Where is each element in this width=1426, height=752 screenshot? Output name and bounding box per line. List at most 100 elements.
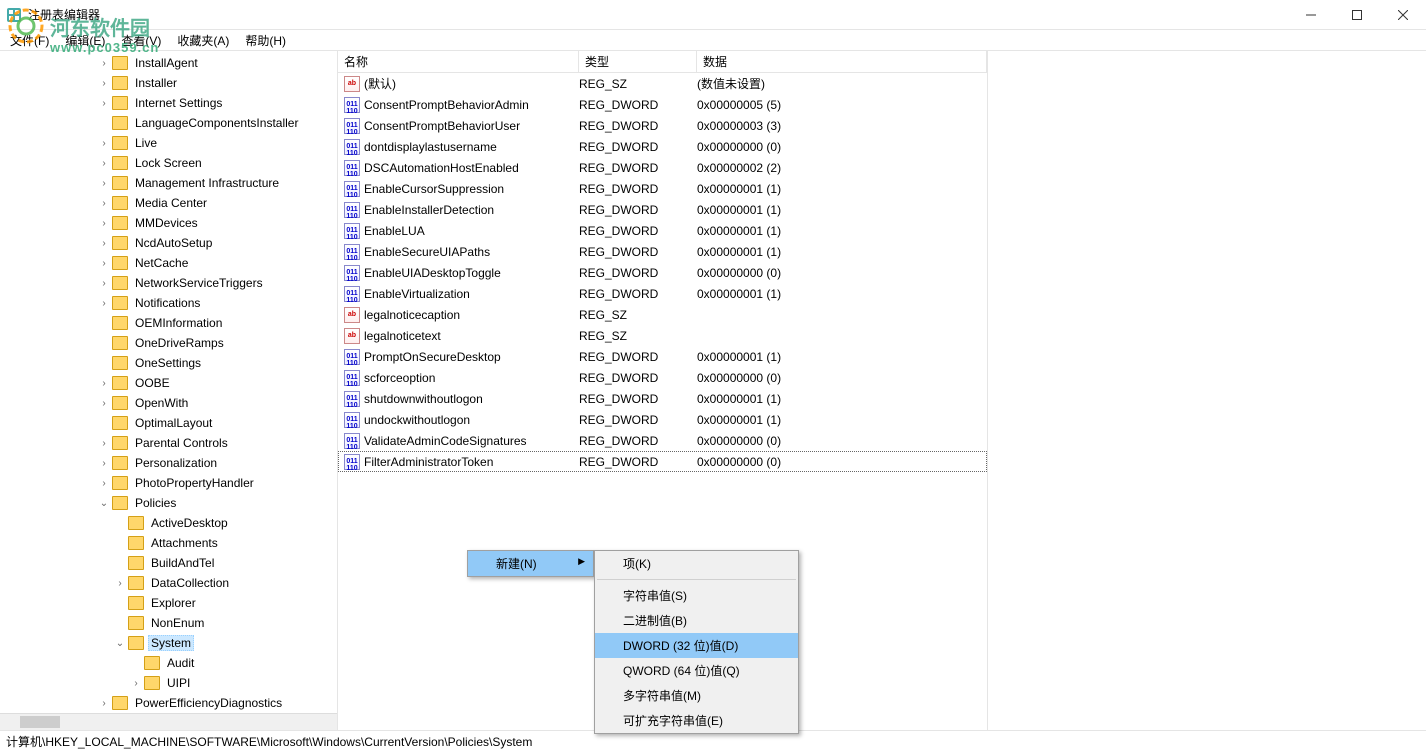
expand-icon[interactable]: › [96, 138, 112, 149]
tree-item[interactable]: ›InstallAgent [0, 53, 337, 73]
expand-icon[interactable]: › [96, 98, 112, 109]
value-name: EnableCursorSuppression [364, 182, 579, 196]
menu-file[interactable]: 文件(F) [4, 30, 55, 51]
tree-item[interactable]: ›NetCache [0, 253, 337, 273]
tree-item[interactable]: BuildAndTel [0, 553, 337, 573]
expand-icon[interactable]: › [96, 698, 112, 709]
tree-item[interactable]: ›MMDevices [0, 213, 337, 233]
tree-item[interactable]: ›NetworkServiceTriggers [0, 273, 337, 293]
expand-icon[interactable]: › [96, 378, 112, 389]
expand-icon[interactable]: › [96, 158, 112, 169]
tree-item[interactable]: Attachments [0, 533, 337, 553]
col-data[interactable]: 数据 [697, 51, 987, 72]
tree-pane[interactable]: ›InstallAgent›Installer›Internet Setting… [0, 51, 338, 730]
col-type[interactable]: 类型 [579, 51, 697, 72]
expand-icon[interactable]: › [96, 278, 112, 289]
value-type: REG_DWORD [579, 392, 697, 406]
tree-item[interactable]: OEMInformation [0, 313, 337, 333]
menu-favorites[interactable]: 收藏夹(A) [171, 30, 235, 51]
tree-item[interactable]: ›PowerEfficiencyDiagnostics [0, 693, 337, 713]
registry-value-row[interactable]: 011110ValidateAdminCodeSignaturesREG_DWO… [338, 430, 987, 451]
ctx-submenu-item[interactable]: 可扩充字符串值(E) [595, 708, 798, 733]
registry-value-row[interactable]: 011110scforceoptionREG_DWORD0x00000000 (… [338, 367, 987, 388]
tree-item[interactable]: ›Live [0, 133, 337, 153]
expand-icon[interactable]: › [128, 678, 144, 689]
expand-icon[interactable]: › [96, 258, 112, 269]
tree-item[interactable]: ›Parental Controls [0, 433, 337, 453]
tree-item[interactable]: OneDriveRamps [0, 333, 337, 353]
registry-value-row[interactable]: 011110EnableUIADesktopToggleREG_DWORD0x0… [338, 262, 987, 283]
close-button[interactable] [1380, 0, 1426, 30]
tree-item[interactable]: Audit [0, 653, 337, 673]
tree-item[interactable]: ›NcdAutoSetup [0, 233, 337, 253]
registry-value-row[interactable]: 011110EnableSecureUIAPathsREG_DWORD0x000… [338, 241, 987, 262]
expand-icon[interactable]: › [96, 438, 112, 449]
registry-value-row[interactable]: 011110shutdownwithoutlogonREG_DWORD0x000… [338, 388, 987, 409]
tree-item[interactable]: ›Installer [0, 73, 337, 93]
ctx-submenu-item[interactable]: 项(K) [595, 551, 798, 576]
tree-item[interactable]: ›Notifications [0, 293, 337, 313]
minimize-button[interactable] [1288, 0, 1334, 30]
tree-item[interactable]: ›DataCollection [0, 573, 337, 593]
tree-item[interactable]: NonEnum [0, 613, 337, 633]
tree-item[interactable]: ⌄System [0, 633, 337, 653]
tree-item[interactable]: ›Internet Settings [0, 93, 337, 113]
collapse-icon[interactable]: ⌄ [96, 498, 112, 509]
ctx-submenu-item[interactable]: 字符串值(S) [595, 583, 798, 608]
registry-value-row[interactable]: 011110DSCAutomationHostEnabledREG_DWORD0… [338, 157, 987, 178]
tree-item[interactable]: Explorer [0, 593, 337, 613]
registry-value-row[interactable]: 011110PromptOnSecureDesktopREG_DWORD0x00… [338, 346, 987, 367]
expand-icon[interactable]: › [96, 178, 112, 189]
expand-icon[interactable]: › [96, 478, 112, 489]
tree-item[interactable]: ›OpenWith [0, 393, 337, 413]
expand-icon[interactable]: › [96, 298, 112, 309]
registry-value-row[interactable]: 011110ConsentPromptBehaviorAdminREG_DWOR… [338, 94, 987, 115]
registry-value-row[interactable]: 011110EnableCursorSuppressionREG_DWORD0x… [338, 178, 987, 199]
registry-value-row[interactable]: 011110EnableInstallerDetectionREG_DWORD0… [338, 199, 987, 220]
registry-value-row[interactable]: 011110EnableVirtualizationREG_DWORD0x000… [338, 283, 987, 304]
collapse-icon[interactable]: ⌄ [112, 638, 128, 649]
expand-icon[interactable]: › [96, 238, 112, 249]
registry-value-row[interactable]: 011110ConsentPromptBehaviorUserREG_DWORD… [338, 115, 987, 136]
registry-value-row[interactable]: 011110EnableLUAREG_DWORD0x00000001 (1) [338, 220, 987, 241]
value-type: REG_DWORD [579, 287, 697, 301]
registry-value-row[interactable]: 011110undockwithoutlogonREG_DWORD0x00000… [338, 409, 987, 430]
tree-item[interactable]: OptimalLayout [0, 413, 337, 433]
title-bar[interactable]: 注册表编辑器 [0, 0, 1426, 30]
tree-item[interactable]: ›OOBE [0, 373, 337, 393]
tree-item[interactable]: ActiveDesktop [0, 513, 337, 533]
expand-icon[interactable]: › [112, 578, 128, 589]
expand-icon[interactable]: › [96, 78, 112, 89]
ctx-submenu-item[interactable]: 多字符串值(M) [595, 683, 798, 708]
expand-icon[interactable]: › [96, 198, 112, 209]
expand-icon[interactable]: › [96, 58, 112, 69]
registry-value-row[interactable]: ablegalnoticecaptionREG_SZ [338, 304, 987, 325]
menu-edit[interactable]: 编辑(E) [59, 30, 111, 51]
menu-help[interactable]: 帮助(H) [239, 30, 292, 51]
tree-item[interactable]: ›UIPI [0, 673, 337, 693]
menu-view[interactable]: 查看(V) [115, 30, 167, 51]
tree-item[interactable]: ›Personalization [0, 453, 337, 473]
tree-item[interactable]: ›Media Center [0, 193, 337, 213]
expand-icon[interactable]: › [96, 218, 112, 229]
tree-item[interactable]: ⌄Policies [0, 493, 337, 513]
registry-value-row[interactable]: ab(默认)REG_SZ(数值未设置) [338, 73, 987, 94]
tree-item[interactable]: LanguageComponentsInstaller [0, 113, 337, 133]
ctx-new[interactable]: 新建(N)▶ [468, 551, 593, 576]
registry-value-row[interactable]: ablegalnoticetextREG_SZ [338, 325, 987, 346]
ctx-submenu-item[interactable]: 二进制值(B) [595, 608, 798, 633]
ctx-submenu-item[interactable]: QWORD (64 位)值(Q) [595, 658, 798, 683]
tree-scroll-h[interactable] [0, 713, 337, 730]
tree-item[interactable]: ›Lock Screen [0, 153, 337, 173]
expand-icon[interactable]: › [96, 398, 112, 409]
maximize-button[interactable] [1334, 0, 1380, 30]
expand-icon[interactable]: › [96, 458, 112, 469]
registry-value-row[interactable]: 011110FilterAdministratorTokenREG_DWORD0… [338, 451, 987, 472]
tree-item[interactable]: OneSettings [0, 353, 337, 373]
col-name[interactable]: 名称 [338, 51, 579, 72]
registry-value-row[interactable]: 011110dontdisplaylastusernameREG_DWORD0x… [338, 136, 987, 157]
tree-item[interactable]: ›PhotoPropertyHandler [0, 473, 337, 493]
list-pane[interactable]: 名称 类型 数据 ab(默认)REG_SZ(数值未设置)011110Consen… [338, 51, 1426, 730]
ctx-submenu-item[interactable]: DWORD (32 位)值(D) [595, 633, 798, 658]
tree-item[interactable]: ›Management Infrastructure [0, 173, 337, 193]
